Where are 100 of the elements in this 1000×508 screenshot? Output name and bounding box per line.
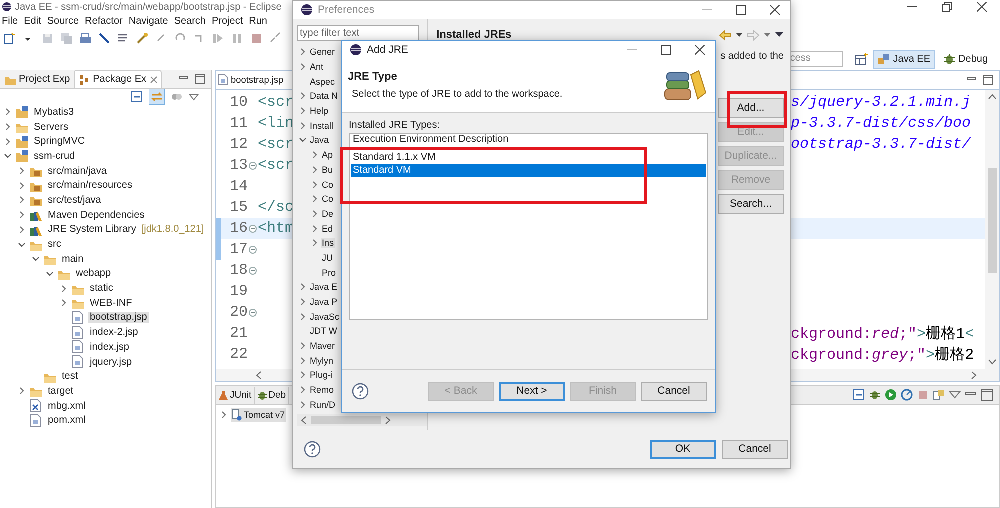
wizard-button[interactable]: Cancel (641, 382, 707, 400)
scroll-thumb[interactable] (311, 416, 381, 424)
print-icon[interactable] (79, 32, 92, 44)
maximize-icon[interactable] (981, 389, 993, 401)
menu-item[interactable]: Edit (24, 16, 42, 26)
tree-item[interactable]: Pro (321, 268, 338, 278)
fold-icon[interactable] (249, 266, 257, 274)
tree-item[interactable]: Ins (321, 238, 336, 248)
wizard-button[interactable]: Next > (499, 382, 565, 400)
perspective-button[interactable]: Java EE (873, 50, 935, 68)
dialog-button[interactable]: Cancel (722, 440, 788, 458)
caret-icon[interactable] (736, 32, 743, 38)
fold-icon[interactable] (249, 308, 257, 316)
menu-item[interactable]: Run (249, 16, 268, 26)
view-tab[interactable]: Project Exp (0, 70, 74, 88)
tree-item[interactable]: JU (321, 252, 334, 263)
menu-item[interactable]: Project (212, 16, 244, 26)
tree-item[interactable]: target (46, 386, 76, 397)
menu-item[interactable]: Search (174, 16, 206, 26)
tree-item[interactable]: JRE System Library (46, 224, 138, 236)
profile-icon[interactable] (901, 389, 913, 401)
menu-item[interactable]: Source (47, 16, 80, 26)
tree-item[interactable]: src/main/java (46, 166, 109, 177)
fold-icon[interactable] (249, 162, 257, 170)
link-editor-icon[interactable] (149, 89, 165, 105)
wand-icon[interactable] (136, 32, 149, 44)
tree-item[interactable]: webapp (74, 268, 114, 280)
view-tab[interactable]: JUnit (216, 386, 255, 404)
tree-item[interactable]: Ed (321, 224, 334, 234)
tree-item[interactable]: Gener (309, 47, 336, 58)
tree-item[interactable]: Java (309, 135, 330, 146)
action-button[interactable]: Add... (718, 98, 784, 118)
close-icon[interactable] (695, 45, 705, 55)
filter-icon[interactable] (171, 91, 183, 103)
tree-item[interactable]: JavaSc (309, 312, 341, 322)
tree-item[interactable]: Ant (309, 62, 325, 72)
tree-item[interactable]: Java E (309, 282, 339, 292)
tree-item[interactable]: index.jsp (88, 342, 132, 353)
maximize-icon[interactable] (736, 5, 746, 15)
tree-item[interactable]: ssm-crud (32, 150, 78, 162)
view-tab[interactable]: Package Ex (74, 70, 162, 88)
menu-item[interactable]: Navigate (128, 16, 168, 26)
tree-item[interactable]: Servers (32, 122, 70, 133)
action-button[interactable]: Search... (718, 194, 784, 214)
help-icon[interactable] (304, 440, 321, 458)
collapse-all-icon[interactable] (853, 389, 865, 401)
server-item[interactable]: Tomcat v7 (231, 408, 286, 422)
back-arrow-icon[interactable] (719, 30, 732, 40)
vertical-scrollbar[interactable] (985, 90, 999, 369)
view-menu-icon[interactable] (775, 32, 784, 38)
tree-item[interactable]: Install (309, 120, 335, 131)
new-file-icon[interactable] (3, 32, 16, 44)
tree-item[interactable]: jquery.jsp (88, 356, 134, 368)
perspective-button[interactable]: Debug (938, 50, 992, 68)
view-tab[interactable]: Deb (254, 386, 290, 404)
tree-item[interactable]: Java P (309, 297, 339, 308)
tree-item[interactable]: Mybatis3 (32, 106, 76, 118)
help-icon[interactable] (352, 382, 369, 400)
tree-item[interactable]: main (60, 254, 86, 265)
dialog-button[interactable]: OK (650, 440, 716, 458)
tree-item[interactable]: Mylyn (309, 356, 335, 366)
jre-type-list[interactable]: Execution Environment Description Standard 1.1.x VM Standard VM (349, 133, 708, 320)
tree-item[interactable]: pom.xml (46, 415, 88, 426)
restore-icon[interactable] (942, 2, 952, 12)
tree-item[interactable]: Remo (309, 385, 336, 396)
tree-item[interactable]: Bu (321, 164, 334, 175)
tree-item[interactable]: src/main/resources (46, 180, 134, 192)
list-item[interactable]: Standard VM (351, 164, 706, 177)
collapse-all-icon[interactable] (131, 91, 143, 103)
horizontal-scrollbar[interactable] (297, 414, 427, 426)
publish-icon[interactable] (933, 389, 945, 401)
tree-item[interactable]: bootstrap.jsp (88, 312, 150, 324)
tree-item[interactable]: De (321, 208, 335, 219)
fold-icon[interactable] (249, 246, 257, 254)
tree-item[interactable]: Co (321, 194, 335, 204)
tree-item[interactable]: index-2.jsp (88, 327, 140, 338)
menu-item[interactable]: File (2, 16, 18, 26)
maximize-icon[interactable] (195, 74, 205, 84)
tree-item[interactable]: JDT W (309, 326, 338, 336)
tree-item[interactable]: Data N (309, 91, 340, 102)
fold-icon[interactable] (249, 224, 257, 232)
tree-item[interactable]: Maven Dependencies (46, 210, 147, 221)
close-icon[interactable] (770, 5, 780, 15)
open-perspective-icon[interactable] (855, 52, 870, 66)
editor-tab[interactable]: bootstrap.jsp (216, 72, 286, 88)
tree-item[interactable]: Plug-i (309, 370, 334, 380)
tree-item[interactable]: static (88, 283, 116, 294)
tree-item[interactable]: test (60, 371, 80, 382)
tree-item[interactable]: Maver (309, 341, 336, 352)
tree-item[interactable]: SpringMVC (32, 136, 88, 148)
list-icon[interactable] (117, 32, 130, 44)
tree-item[interactable]: Co (321, 180, 335, 190)
tree-item[interactable]: Aspec (309, 76, 336, 87)
scroll-thumb[interactable] (988, 168, 996, 273)
maximize-icon[interactable] (983, 75, 993, 85)
bug-icon[interactable] (869, 389, 881, 401)
maximize-icon[interactable] (661, 45, 671, 55)
menu-item[interactable]: Refactor (85, 16, 123, 26)
stop-icon[interactable] (250, 32, 263, 44)
tree-item[interactable]: mbg.xml (46, 400, 88, 412)
